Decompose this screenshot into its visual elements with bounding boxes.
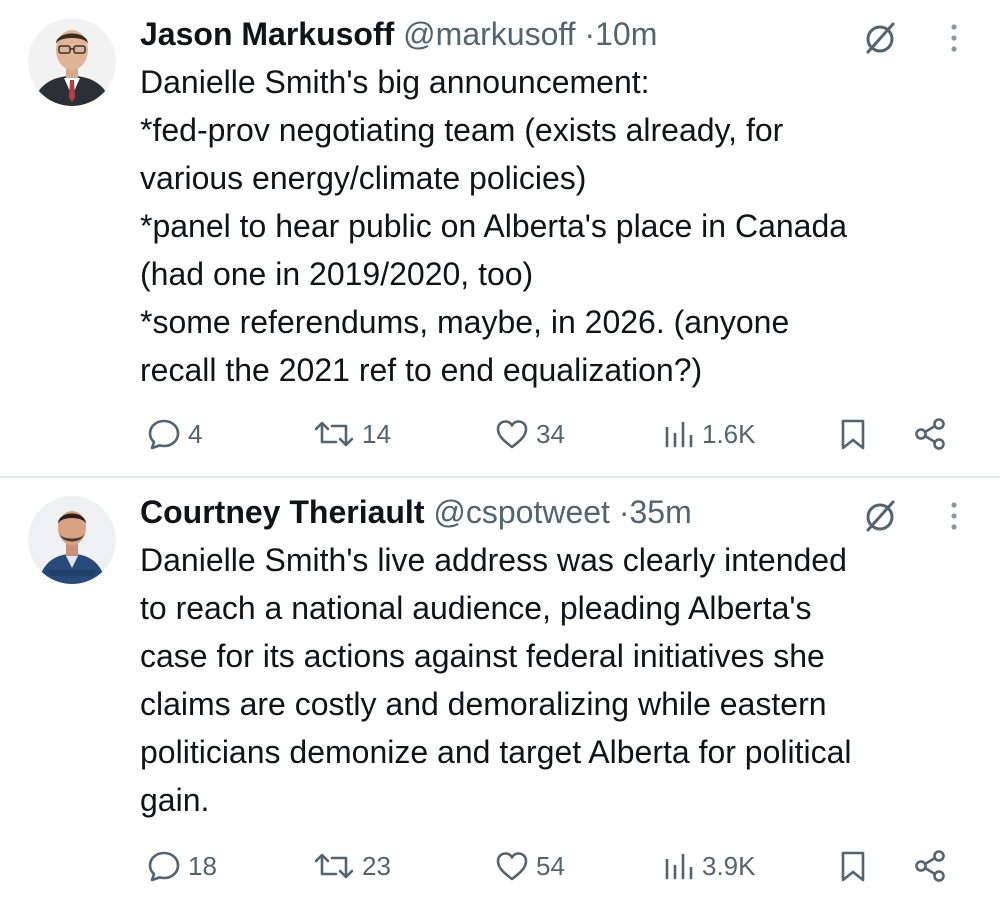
avatar[interactable] — [28, 18, 116, 106]
tweet-text-line: (had one in 2019/2020, too) — [140, 256, 534, 292]
action-bar: 18 23 54 3.9K — [140, 844, 960, 888]
author-name[interactable]: Courtney Theriault — [140, 494, 424, 530]
reply-icon — [146, 848, 182, 884]
author-handle[interactable]: @markusoff — [403, 16, 575, 52]
heart-icon — [494, 416, 530, 452]
author-handle[interactable]: @cspotweet — [433, 494, 610, 530]
timestamp[interactable]: 35m — [629, 494, 691, 530]
reply-count: 4 — [188, 418, 203, 449]
repost-icon — [312, 416, 356, 452]
views-count: 1.6K — [702, 418, 756, 449]
share-button[interactable] — [912, 844, 948, 888]
tweet-text-line: various energy/climate policies) — [140, 160, 587, 196]
repost-button[interactable]: 23 — [312, 844, 391, 888]
views-icon — [662, 416, 696, 452]
author-name[interactable]: Jason Markusoff — [140, 16, 394, 52]
share-icon — [912, 848, 948, 884]
repost-icon — [312, 848, 356, 884]
repost-button[interactable]: 14 — [312, 412, 391, 456]
like-count: 34 — [536, 418, 565, 449]
bookmark-button[interactable] — [836, 844, 870, 888]
tweet-text-line: claims are costly and demoralizing while… — [140, 686, 827, 722]
views-count: 3.9K — [702, 850, 756, 881]
tweet-header: Courtney Theriault @cspotweet ·35m — [140, 492, 692, 532]
tweet-text-line: gain. — [140, 782, 210, 818]
tweet-text-line: to reach a national audience, pleading A… — [140, 590, 812, 626]
tweet-header: Jason Markusoff @markusoff ·10m — [140, 14, 657, 54]
separator-dot: · — [584, 16, 596, 52]
like-button[interactable]: 54 — [494, 844, 565, 888]
avatar[interactable] — [28, 496, 116, 584]
tweet-text-line: *some referendums, maybe, in 2026. (anyo… — [140, 304, 790, 340]
tweet[interactable]: Jason Markusoff @markusoff ·10m Danielle… — [0, 0, 1000, 477]
tweet-text: Danielle Smith's big announcement: *fed-… — [140, 58, 980, 394]
grok-icon[interactable] — [860, 18, 900, 58]
tweet-text-line: *panel to hear public on Alberta's place… — [140, 208, 848, 244]
views-button[interactable]: 1.6K — [662, 412, 756, 456]
heart-icon — [494, 848, 530, 884]
tweet-text-line: recall the 2021 ref to end equalization?… — [140, 352, 703, 388]
reply-button[interactable]: 4 — [146, 412, 202, 456]
more-vertical-icon[interactable] — [944, 20, 964, 56]
tweet[interactable]: Courtney Theriault @cspotweet ·35m Danie… — [0, 478, 1000, 920]
like-count: 54 — [536, 850, 565, 881]
tweet-text: Danielle Smith's live address was clearl… — [140, 536, 980, 824]
tweet-text-line: politicians demonize and target Alberta … — [140, 734, 852, 770]
bookmark-button[interactable] — [836, 412, 870, 456]
reply-button[interactable]: 18 — [146, 844, 217, 888]
views-button[interactable]: 3.9K — [662, 844, 756, 888]
timestamp[interactable]: 10m — [595, 16, 657, 52]
separator-dot: · — [618, 494, 630, 530]
views-icon — [662, 848, 696, 884]
bookmark-icon — [836, 416, 870, 452]
tweet-text-line: case for its actions against federal ini… — [140, 638, 825, 674]
bookmark-icon — [836, 848, 870, 884]
reply-count: 18 — [188, 850, 217, 881]
tweet-text-line: *fed-prov negotiating team (exists alrea… — [140, 112, 784, 148]
tweet-text-line: Danielle Smith's live address was clearl… — [140, 542, 847, 578]
action-bar: 4 14 34 1.6K — [140, 412, 960, 456]
share-button[interactable] — [912, 412, 948, 456]
more-vertical-icon[interactable] — [944, 498, 964, 534]
grok-icon[interactable] — [860, 496, 900, 536]
share-icon — [912, 416, 948, 452]
repost-count: 23 — [362, 850, 391, 881]
reply-icon — [146, 416, 182, 452]
like-button[interactable]: 34 — [494, 412, 565, 456]
tweet-text-line: Danielle Smith's big announcement: — [140, 64, 650, 100]
repost-count: 14 — [362, 418, 391, 449]
